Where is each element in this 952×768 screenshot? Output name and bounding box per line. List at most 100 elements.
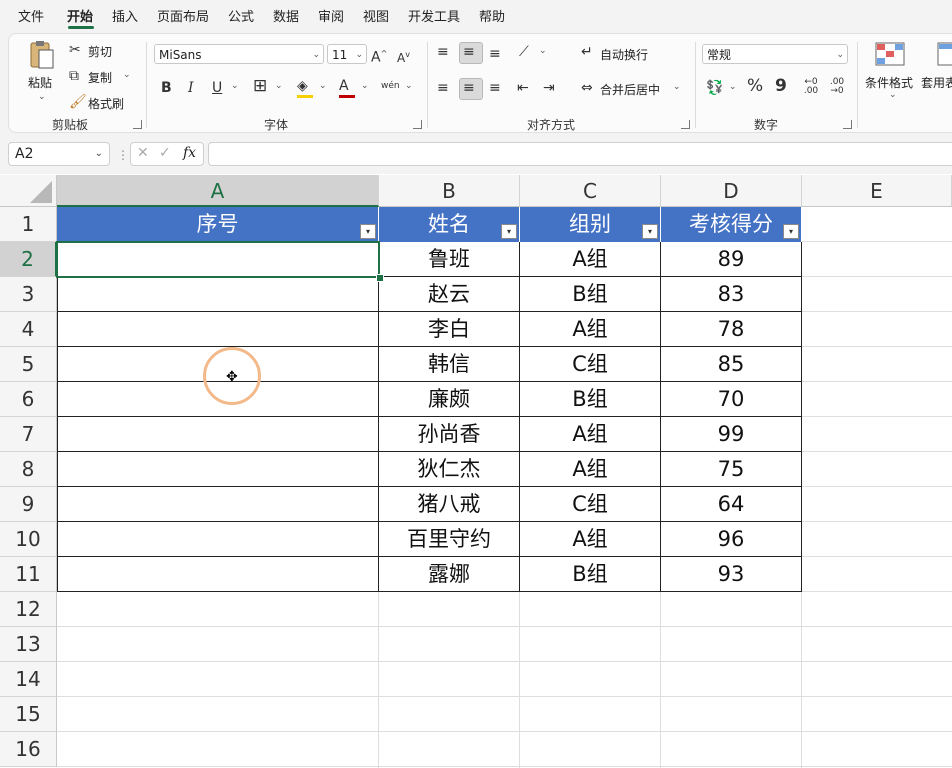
paste-icon[interactable] [27, 40, 55, 70]
table-cell[interactable]: 猪八戒 [379, 487, 520, 522]
column-header-d[interactable]: D [661, 175, 802, 207]
table-cell[interactable]: 赵云 [379, 277, 520, 312]
row-header-1[interactable]: 1 [0, 207, 57, 242]
row-header-3[interactable]: 3 [0, 277, 57, 312]
conditional-format-button[interactable]: 条件格式 [865, 74, 913, 91]
active-cell-a2[interactable] [56, 241, 380, 278]
formula-input[interactable] [208, 142, 952, 166]
clipboard-launcher-icon[interactable] [133, 120, 142, 129]
row-header-9[interactable]: 9 [0, 487, 57, 522]
table-cell[interactable]: A组 [520, 522, 661, 557]
font-color-icon[interactable]: A [339, 78, 349, 94]
paste-chevron-icon[interactable]: ⌄ [38, 92, 46, 102]
underline-chevron-icon[interactable]: ⌄ [231, 81, 239, 91]
underline-button[interactable]: U [212, 80, 222, 96]
table-cell[interactable]: A组 [520, 312, 661, 347]
merge-center-chevron-icon[interactable]: ⌄ [673, 82, 681, 92]
tab-review[interactable]: 审阅 [318, 6, 344, 25]
font-launcher-icon[interactable] [413, 120, 422, 129]
table-cell[interactable]: A组 [520, 452, 661, 487]
row-header-10[interactable]: 10 [0, 522, 57, 557]
format-painter-button[interactable]: 格式刷 [88, 95, 124, 112]
table-cell[interactable]: C组 [520, 487, 661, 522]
table-cell[interactable]: 廉颇 [379, 382, 520, 417]
select-all-button[interactable] [0, 175, 57, 207]
table-cell[interactable]: B组 [520, 277, 661, 312]
table-cell[interactable]: 96 [661, 522, 802, 557]
table-cell[interactable]: 75 [661, 452, 802, 487]
table-cell[interactable]: B组 [520, 382, 661, 417]
increase-decimal-icon[interactable]: ←0 .00 [799, 78, 823, 96]
table-cell[interactable] [57, 312, 379, 347]
table-cell[interactable]: 93 [661, 557, 802, 592]
decrease-decimal-icon[interactable]: .00 →0 [825, 78, 849, 96]
table-cell[interactable]: 78 [661, 312, 802, 347]
table-cell[interactable]: 99 [661, 417, 802, 452]
insert-function-icon[interactable]: fx [183, 145, 196, 161]
table-format-button[interactable]: 套用表格格式 [921, 74, 952, 91]
row-header-7[interactable]: 7 [0, 417, 57, 452]
tab-formulas[interactable]: 公式 [228, 6, 254, 25]
increase-font-icon[interactable]: A^ [371, 46, 387, 66]
decrease-font-icon[interactable]: Av [397, 47, 410, 66]
header-cell-index[interactable]: 序号 [57, 207, 379, 242]
table-cell[interactable] [57, 487, 379, 522]
number-launcher-icon[interactable] [843, 120, 852, 129]
font-color-chevron-icon[interactable]: ⌄ [361, 81, 369, 91]
table-cell[interactable]: C组 [520, 347, 661, 382]
header-cell-score[interactable]: 考核得分 [661, 207, 802, 242]
fill-handle[interactable] [376, 274, 384, 282]
column-header-a[interactable]: A [57, 175, 379, 207]
row-header-16[interactable]: 16 [0, 732, 57, 767]
name-box-chevron-icon[interactable]: ⌄ [95, 143, 103, 165]
phonetic-chevron-icon[interactable]: ⌄ [405, 81, 413, 91]
number-format-select[interactable]: 常规 ⌄ [702, 44, 848, 64]
filter-dropdown-icon[interactable]: ▾ [783, 224, 799, 239]
align-top-icon[interactable]: ≡ [437, 44, 449, 60]
column-header-e[interactable]: E [802, 175, 952, 207]
wrap-text-button[interactable]: 自动换行 [600, 46, 648, 63]
merge-center-button[interactable]: 合并后居中 [600, 81, 660, 98]
table-cell[interactable]: 70 [661, 382, 802, 417]
increase-indent-icon[interactable]: ⇥ [543, 80, 555, 96]
percent-button[interactable]: % [747, 78, 763, 95]
row-header-5[interactable]: 5 [0, 347, 57, 382]
table-cell[interactable] [57, 277, 379, 312]
row-header-15[interactable]: 15 [0, 697, 57, 732]
phonetic-icon[interactable]: wén [381, 78, 400, 94]
row-header-12[interactable]: 12 [0, 592, 57, 627]
decrease-indent-icon[interactable]: ⇤ [517, 80, 529, 96]
copy-button[interactable]: 复制 [88, 69, 112, 86]
fill-color-chevron-icon[interactable]: ⌄ [319, 81, 327, 91]
table-cell[interactable] [57, 557, 379, 592]
table-cell[interactable]: 83 [661, 277, 802, 312]
conditional-format-chevron-icon[interactable]: ⌄ [889, 90, 897, 100]
table-cell[interactable]: 85 [661, 347, 802, 382]
paste-button[interactable]: 粘贴 [28, 74, 52, 91]
row-header-2[interactable]: 2 [0, 242, 57, 277]
table-cell[interactable] [57, 417, 379, 452]
currency-icon[interactable]: 💱 [706, 80, 723, 96]
table-cell[interactable]: B组 [520, 557, 661, 592]
alignment-launcher-icon[interactable] [681, 120, 690, 129]
font-name-select[interactable]: MiSans ⌄ [154, 44, 324, 64]
row-header-6[interactable]: 6 [0, 382, 57, 417]
column-header-c[interactable]: C [520, 175, 661, 207]
name-box[interactable]: A2 ⌄ [8, 142, 110, 166]
font-size-select[interactable]: 11 ⌄ [327, 44, 367, 64]
row-header-14[interactable]: 14 [0, 662, 57, 697]
tab-home[interactable]: 开始 [67, 6, 93, 25]
table-cell[interactable]: 鲁班 [379, 242, 520, 277]
column-header-b[interactable]: B [379, 175, 520, 207]
filter-dropdown-icon[interactable]: ▾ [642, 224, 658, 239]
row-header-8[interactable]: 8 [0, 452, 57, 487]
table-cell[interactable]: 百里守约 [379, 522, 520, 557]
currency-chevron-icon[interactable]: ⌄ [729, 82, 737, 92]
table-cell[interactable]: 露娜 [379, 557, 520, 592]
tab-data[interactable]: 数据 [273, 6, 299, 25]
header-cell-name[interactable]: 姓名 [379, 207, 520, 242]
header-cell-group[interactable]: 组别 [520, 207, 661, 242]
table-cell[interactable]: 狄仁杰 [379, 452, 520, 487]
copy-chevron-icon[interactable]: ⌄ [123, 70, 131, 80]
table-cell[interactable]: 李白 [379, 312, 520, 347]
